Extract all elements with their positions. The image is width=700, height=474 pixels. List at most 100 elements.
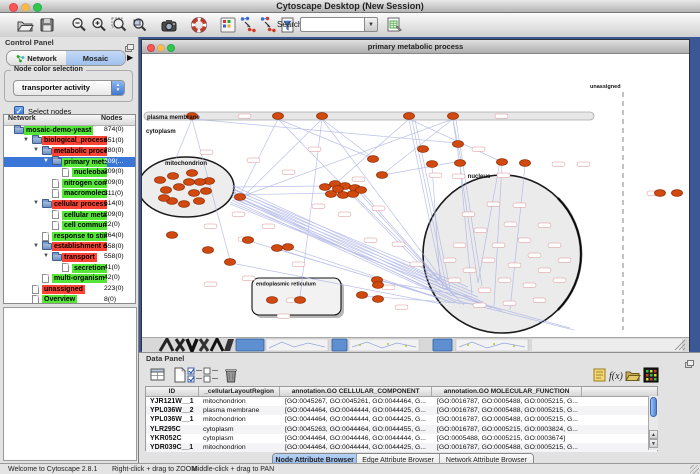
expand-arrow-icon[interactable]: ▼ <box>23 137 29 143</box>
import-attributes-icon[interactable] <box>625 367 641 383</box>
table-row[interactable]: YPL036W__2 plasma membrane [GO:0044464, … <box>146 406 657 415</box>
folder-icon <box>32 137 42 144</box>
col-cellular-layout-region[interactable]: _cellularLayoutRegion <box>199 387 281 396</box>
tree-row[interactable]: ▼ metabolic process 280(0) <box>4 146 135 157</box>
window-titlebar: Cytoscape Desktop (New Session) <box>0 0 700 13</box>
zoom-fit-content-icon[interactable] <box>110 16 128 34</box>
network-view-frame[interactable]: primary metabolic process <box>141 39 690 351</box>
delete-row-icon[interactable] <box>223 367 239 383</box>
save-session-icon[interactable] <box>38 16 56 34</box>
window-resize-grip[interactable] <box>690 465 699 474</box>
expand-arrow-icon[interactable]: ▼ <box>43 158 49 164</box>
new-network-from-selection-icon[interactable] <box>239 16 257 34</box>
tree-row[interactable]: Overview 8(0) <box>4 295 135 304</box>
select-attributes-icon[interactable] <box>150 367 166 383</box>
network-canvas[interactable]: plasma membrane cytoplasm mitochondrion … <box>142 54 689 337</box>
zoom-selected-region-icon[interactable] <box>130 16 148 34</box>
tree-row-count: 22(0) <box>104 221 120 228</box>
tab-network[interactable]: Network <box>7 51 66 65</box>
folder-icon <box>14 127 24 134</box>
tree-col-nodes: Nodes <box>101 115 122 122</box>
tree-row[interactable]: cellular metabo 209(0) <box>4 210 135 221</box>
birds-eye-view[interactable] <box>3 307 137 461</box>
notes-icon[interactable] <box>592 367 608 383</box>
tree-row[interactable]: ▼ cellular process 614(0) <box>4 199 135 210</box>
tree-row-label: primary metabo <box>62 158 107 167</box>
table-row[interactable]: YKR052C cytoplasm [GO:0044464, GO:004444… <box>146 434 657 443</box>
tree-row-label: Overview <box>42 295 77 304</box>
expand-arrow-icon[interactable]: ▼ <box>43 253 49 259</box>
search-dropdown-arrow[interactable]: ▼ <box>364 17 378 32</box>
canvas-bottom-strip <box>142 337 689 352</box>
tree-row-label: secretion <box>72 264 107 273</box>
modify-attributes-icon[interactable] <box>187 367 203 383</box>
help-icon[interactable] <box>190 16 208 34</box>
open-session-icon[interactable] <box>16 16 34 34</box>
tree-row[interactable]: ▼ establishment of lo 558(0) <box>4 242 135 253</box>
table-scrollbar[interactable]: ▲ ▼ <box>648 396 658 450</box>
tree-row[interactable]: ▼ transport 558(0) <box>4 252 135 263</box>
table-row[interactable]: YDR039C__1 mitochondrion [GO:0044464, GO… <box>146 443 657 452</box>
export-snapshot-icon[interactable] <box>160 16 178 34</box>
col-go-cellular-component[interactable]: annotation.GO CELLULAR_COMPONENT <box>280 387 431 396</box>
table-row[interactable]: YJR121W__1 mitochondrion [GO:0045267, GO… <box>146 397 657 406</box>
col-go-molecular-function[interactable]: annotation.GO MOLECULAR_FUNCTION <box>432 387 582 396</box>
control-panel: Control Panel Network Mosaic ▶ Node colo… <box>0 37 139 463</box>
tree-row[interactable]: nucleobase- 209(0) <box>4 167 135 178</box>
tree-row[interactable]: secretion 41(0) <box>4 263 135 274</box>
tree-row[interactable]: nitrogen compo 209(0) <box>4 178 135 189</box>
scroll-down-button[interactable]: ▼ <box>649 439 658 448</box>
tree-row-count: 614(0) <box>104 200 124 207</box>
tab-mosaic[interactable]: Mosaic <box>66 51 125 65</box>
expand-arrow-icon[interactable]: ▼ <box>33 200 39 206</box>
tree-row-count: 209(0) <box>104 168 124 175</box>
col-id[interactable]: ID <box>146 387 199 396</box>
expand-arrow-icon[interactable]: ▼ <box>33 147 39 153</box>
create-new-attribute-icon[interactable] <box>172 367 188 383</box>
tree-row[interactable]: response to stimulu 264(0) <box>4 231 135 242</box>
expand-arrow-icon[interactable]: ▼ <box>33 243 39 249</box>
tree-row[interactable]: ▼ biological_process 651(0) <box>4 136 135 147</box>
folder-icon <box>42 148 52 155</box>
file-icon <box>32 295 39 304</box>
network-tree: Network Nodes mosaic-demo-yeast 874(0) ▼… <box>3 114 136 304</box>
table-row[interactable]: YPL036W__1 mitochondrion [GO:0044464, GO… <box>146 415 657 424</box>
scrollbar-thumb[interactable] <box>650 397 657 417</box>
node-color-selected-option: transporter activity <box>22 83 90 92</box>
svg-text:f(x): f(x) <box>609 371 624 382</box>
graph-nodes[interactable] <box>155 113 683 304</box>
tree-row[interactable]: macromolecule 311(0) <box>4 189 135 200</box>
tree-row[interactable]: multi-organism pro 42(0) <box>4 273 135 284</box>
tree-row-count: 8(0) <box>104 296 116 303</box>
tree-row-count: 280(0) <box>104 147 124 154</box>
zoom-out-icon[interactable] <box>70 16 88 34</box>
tree-row-count: 41(0) <box>104 264 120 271</box>
attribute-table-header[interactable]: ID _cellularLayoutRegion annotation.GO C… <box>146 387 657 397</box>
attribute-matrix-icon[interactable] <box>643 367 659 383</box>
apply-layout-icon[interactable] <box>219 16 237 34</box>
status-bar: Welcome to Cytoscape 2.8.1 Right-click +… <box>0 463 700 474</box>
table-row[interactable]: YLR295C cytoplasm [GO:0045263, GO:004446… <box>146 425 657 434</box>
zoom-in-icon[interactable] <box>90 16 108 34</box>
node-color-select[interactable]: transporter activity ▲▼ <box>13 80 125 96</box>
float-panel-icon[interactable] <box>685 355 694 363</box>
mitochondrion-label: mitochondrion <box>165 161 207 167</box>
tree-row-count: 311(0) <box>104 190 123 197</box>
scroll-up-button[interactable]: ▲ <box>649 430 658 439</box>
delete-attributes-icon[interactable] <box>203 367 219 383</box>
float-panel-icon[interactable] <box>125 39 134 47</box>
tree-row-selected[interactable]: ▼ primary metabo 209(... <box>4 157 135 168</box>
search-configuration-icon[interactable] <box>385 16 403 34</box>
new-network-from-selection-edges-icon[interactable] <box>259 16 277 34</box>
data-panel: Data Panel f(x) ID _cellularLayoutRegion… <box>139 352 700 463</box>
tab-overflow-arrow[interactable]: ▶ <box>127 53 133 62</box>
status-zoom-hint: Right-click + drag to ZOOM <box>112 466 197 473</box>
search-input[interactable] <box>300 17 367 32</box>
network-view-titlebar[interactable]: primary metabolic process <box>142 40 689 54</box>
tree-row-label: mosaic-demo-yeast <box>24 126 93 135</box>
cytoplasm-label: cytoplasm <box>146 129 176 135</box>
tree-row[interactable]: unassigned 223(0) <box>4 284 135 295</box>
function-builder-icon[interactable]: f(x) <box>608 367 624 383</box>
tree-row[interactable]: mosaic-demo-yeast 874(0) <box>4 125 135 136</box>
tree-row[interactable]: cell communicat 22(0) <box>4 220 135 231</box>
